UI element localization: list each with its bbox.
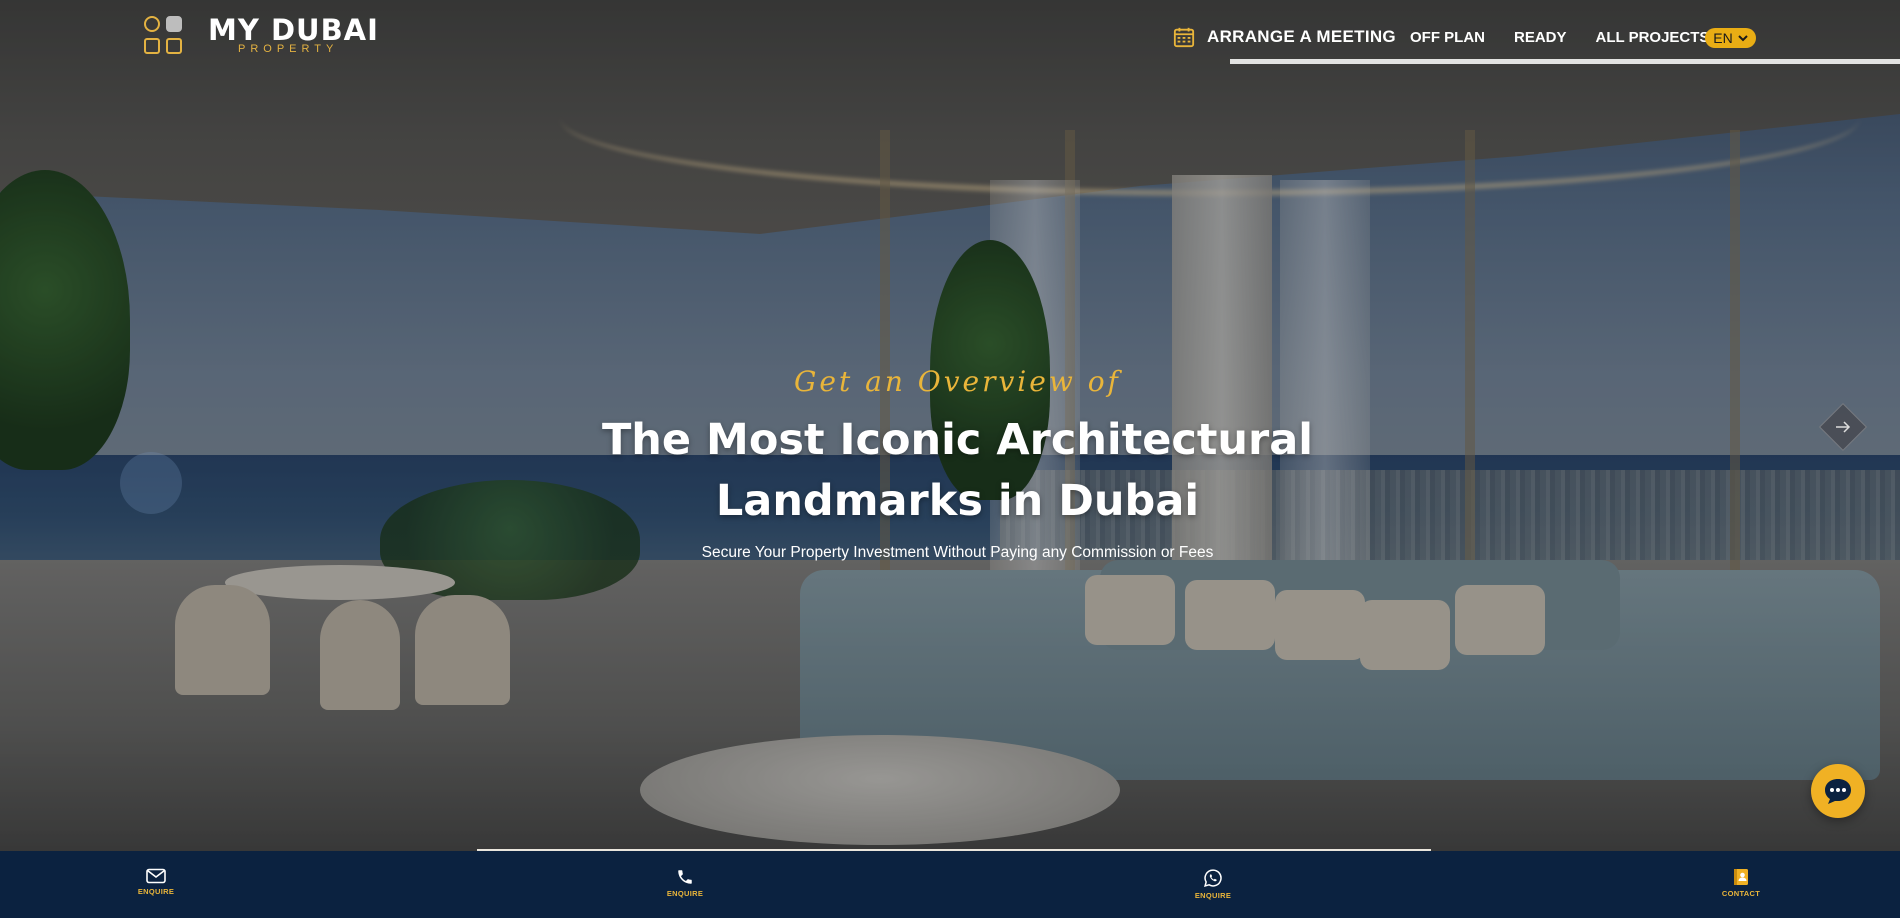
enquire-phone-button[interactable]: ENQUIRE — [645, 868, 725, 898]
nav-off-plan[interactable]: OFF PLAN — [1410, 29, 1485, 46]
main-nav: OFF PLAN READY ALL PROJECTS — [1410, 29, 1709, 46]
enquire-whatsapp-button[interactable]: ENQUIRE — [1173, 868, 1253, 900]
arrange-meeting-link[interactable]: ARRANGE A MEETING — [1173, 26, 1396, 48]
nav-all-projects[interactable]: ALL PROJECTS — [1596, 29, 1710, 46]
arrange-meeting-label: ARRANGE A MEETING — [1207, 27, 1396, 46]
site-logo[interactable]: MY DUBAI PROPERTY — [144, 16, 379, 58]
bottom-item-label: CONTACT — [1721, 889, 1761, 898]
whatsapp-icon — [1204, 869, 1222, 887]
hero-title-line-2: Landmarks in Dubai — [715, 476, 1200, 526]
mail-icon — [146, 868, 166, 884]
contact-button[interactable]: CONTACT — [1701, 868, 1781, 898]
bottom-item-label: ENQUIRE — [1194, 891, 1232, 900]
chat-button[interactable] — [1811, 764, 1865, 818]
hero-title-line-1: The Most Iconic Architectural — [601, 415, 1314, 465]
contact-book-icon — [1734, 869, 1748, 885]
enquire-email-button[interactable]: ENQUIRE — [116, 868, 196, 896]
bottom-item-label: ENQUIRE — [666, 889, 704, 898]
header-divider — [1230, 59, 1900, 64]
chat-bubble-icon — [1825, 779, 1851, 804]
calendar-icon — [1173, 27, 1195, 48]
hero-content: Get an Overview of The Most Iconic Archi… — [500, 365, 1415, 562]
bottom-action-bar — [0, 851, 1900, 918]
arrow-right-icon — [1836, 421, 1851, 433]
language-select[interactable]: EN — [1705, 28, 1756, 48]
logo-mark-icon — [144, 16, 186, 58]
hero-eyebrow: Get an Overview of — [794, 365, 1121, 398]
language-value: EN — [1713, 30, 1733, 46]
phone-icon — [678, 870, 692, 884]
hero-subtitle: Secure Your Property Investment Without … — [701, 544, 1214, 561]
nav-ready[interactable]: READY — [1514, 29, 1567, 46]
chevron-down-icon — [1738, 35, 1748, 42]
slider-prev-button[interactable] — [120, 452, 182, 514]
logo-title: MY DUBAI — [208, 13, 379, 47]
hero-title: The Most Iconic Architectural Landmarks … — [500, 410, 1415, 532]
bottom-item-label: ENQUIRE — [137, 887, 175, 896]
